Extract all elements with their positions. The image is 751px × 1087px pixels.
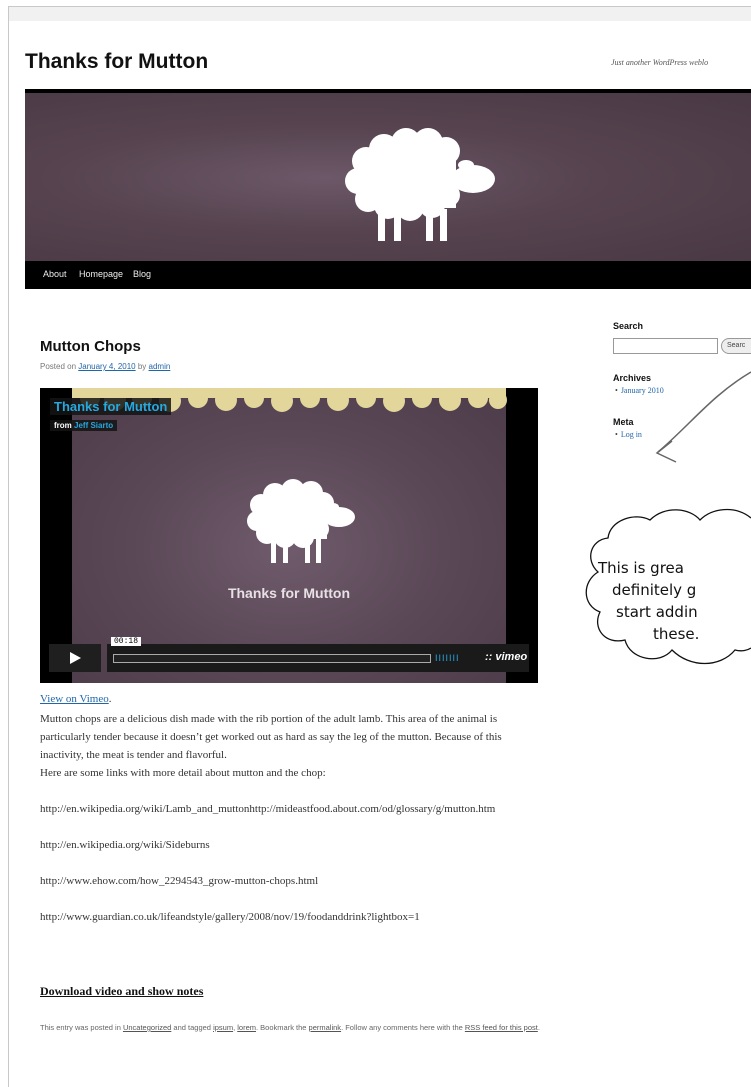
annotation-line: these. <box>653 625 700 643</box>
annotation-text: This is grea definitely g start addin th… <box>598 557 699 645</box>
annotation-line: start addin <box>616 603 698 621</box>
annotation-line: definitely g <box>612 581 697 599</box>
thought-cloud-icon <box>585 508 751 664</box>
annotation-line: This is grea <box>598 559 684 577</box>
